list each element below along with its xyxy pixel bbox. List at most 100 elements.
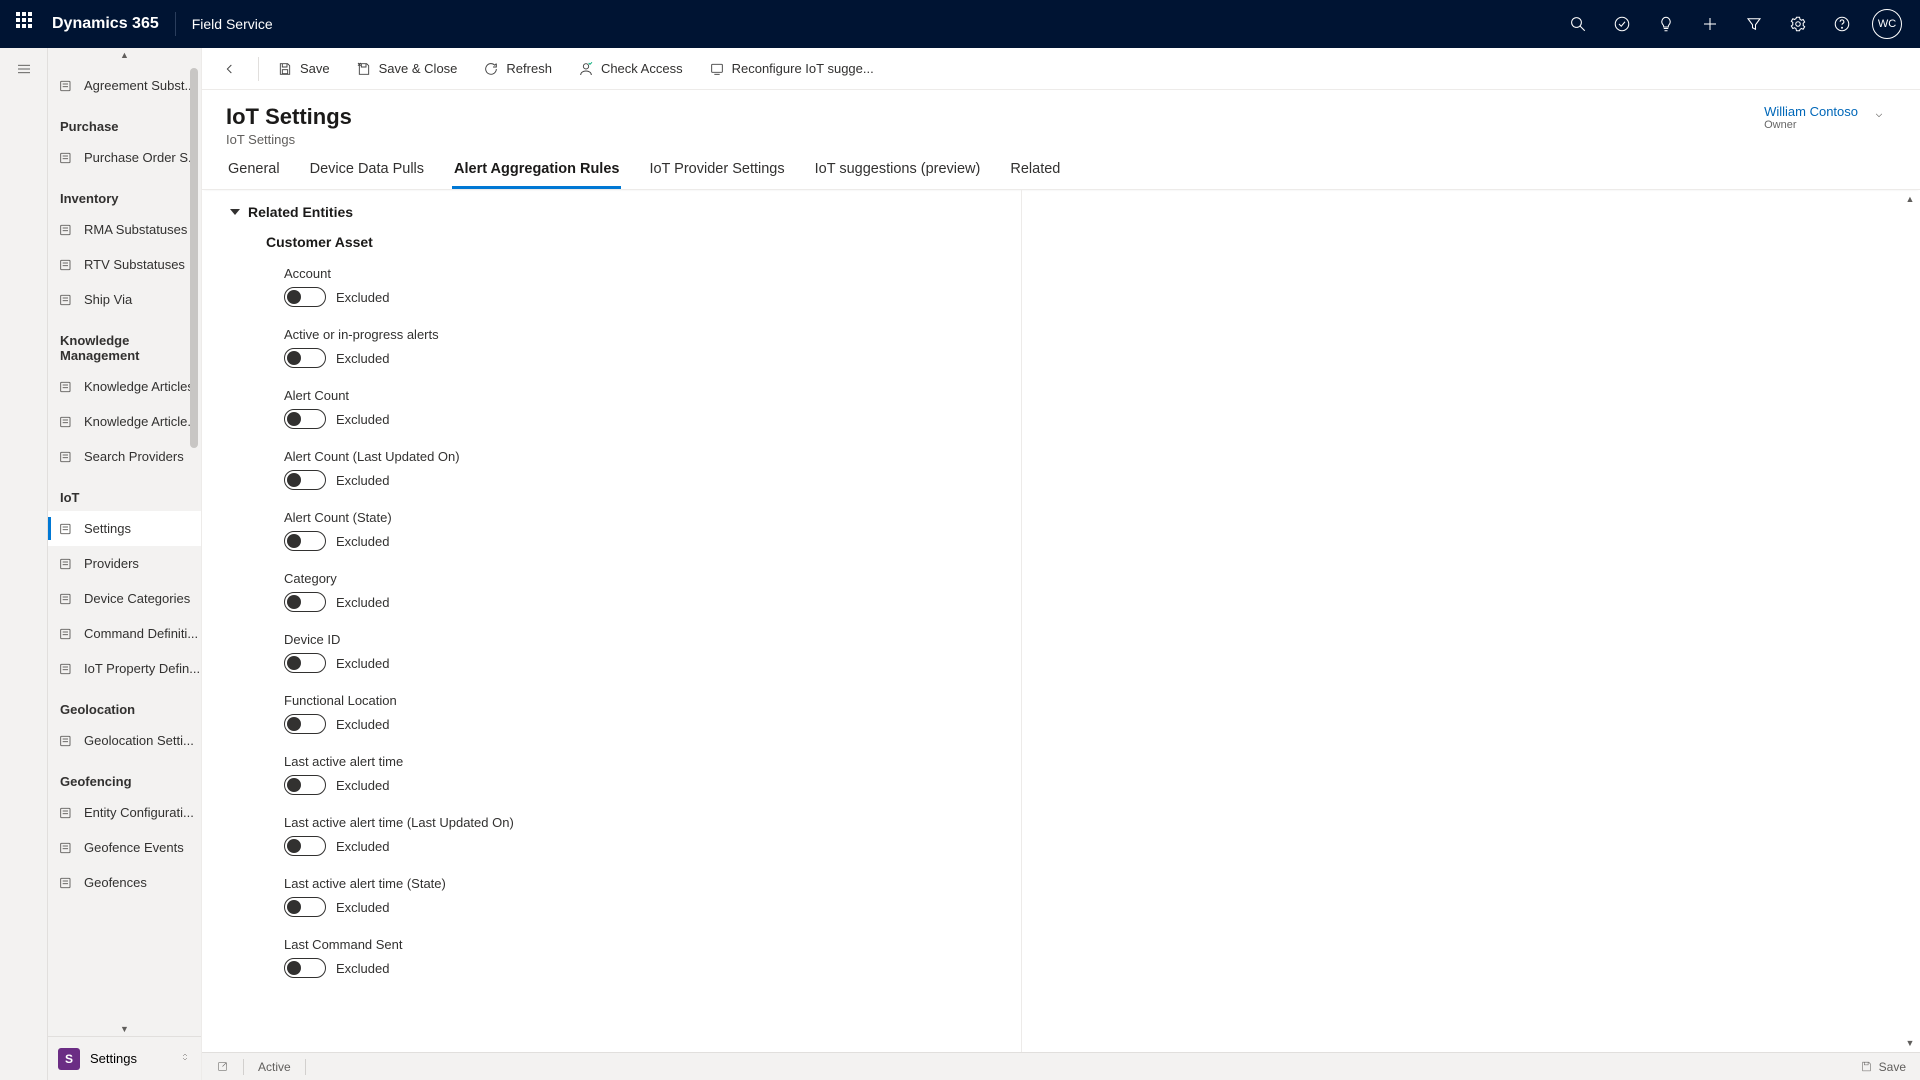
- scroll-down-icon[interactable]: ▼: [48, 1022, 201, 1036]
- sidebar-item-label: Search Providers: [84, 449, 184, 464]
- item-icon: [58, 222, 74, 238]
- sidebar-group-header: Inventory: [48, 175, 201, 212]
- sidebar-group-header: IoT: [48, 474, 201, 511]
- toggle-switch[interactable]: [284, 287, 326, 307]
- lightbulb-icon[interactable]: [1644, 0, 1688, 48]
- scroll-up-icon[interactable]: ▲: [1905, 194, 1915, 204]
- cmd-label: Save & Close: [379, 61, 458, 76]
- field-label: Alert Count (Last Updated On): [284, 449, 1001, 464]
- help-icon[interactable]: [1820, 0, 1864, 48]
- app-launcher-icon[interactable]: [16, 12, 40, 36]
- owner-name: William Contoso: [1764, 104, 1858, 119]
- tab[interactable]: Alert Aggregation Rules: [452, 161, 621, 189]
- refresh-button[interactable]: Refresh: [471, 48, 564, 90]
- toggle-switch[interactable]: [284, 836, 326, 856]
- owner-block[interactable]: William Contoso Owner: [1764, 104, 1896, 131]
- sidebar-item[interactable]: Device Categories: [48, 581, 201, 616]
- sidebar-item-label: Agreement Subst...: [84, 78, 195, 93]
- back-button[interactable]: [208, 48, 252, 90]
- brand-label: Dynamics 365: [52, 15, 159, 33]
- toggle-field: Last active alert time (State)Excluded: [284, 876, 1001, 917]
- group-header[interactable]: Related Entities: [230, 204, 1001, 220]
- sidebar-item[interactable]: IoT Property Defin...: [48, 651, 201, 686]
- field-label: Alert Count: [284, 388, 1001, 403]
- sidebar-item[interactable]: Search Providers: [48, 439, 201, 474]
- toggle-switch[interactable]: [284, 409, 326, 429]
- sidebar-item[interactable]: Geofences: [48, 865, 201, 900]
- sidebar-item[interactable]: Providers: [48, 546, 201, 581]
- field-label: Account: [284, 266, 1001, 281]
- tab[interactable]: General: [226, 161, 282, 189]
- popout-icon[interactable]: [216, 1060, 229, 1073]
- toggle-switch[interactable]: [284, 775, 326, 795]
- task-icon[interactable]: [1600, 0, 1644, 48]
- toggle-switch[interactable]: [284, 714, 326, 734]
- tab[interactable]: IoT Provider Settings: [647, 161, 786, 189]
- sidebar-group-header: Geofencing: [48, 758, 201, 795]
- sidebar-item[interactable]: Command Definiti...: [48, 616, 201, 651]
- sidebar-item-label: Command Definiti...: [84, 626, 198, 641]
- check-access-button[interactable]: Check Access: [566, 48, 695, 90]
- toggle-switch[interactable]: [284, 348, 326, 368]
- toggle-switch[interactable]: [284, 958, 326, 978]
- tab[interactable]: Related: [1008, 161, 1062, 189]
- sidebar-item[interactable]: Settings: [48, 511, 201, 546]
- owner-role: Owner: [1764, 119, 1858, 131]
- cmd-label: Refresh: [506, 61, 552, 76]
- sidebar-item[interactable]: Purchase Order S...: [48, 140, 201, 175]
- scroll-up-icon[interactable]: ▲: [48, 48, 201, 62]
- toggle-state-label: Excluded: [336, 290, 389, 305]
- footer-save-button[interactable]: Save: [1860, 1060, 1906, 1074]
- toggle-switch[interactable]: [284, 897, 326, 917]
- item-icon: [58, 733, 74, 749]
- sidebar-item[interactable]: Entity Configurati...: [48, 795, 201, 830]
- sidebar-item-label: Ship Via: [84, 292, 132, 307]
- sidebar-item[interactable]: RMA Substatuses: [48, 212, 201, 247]
- toggle-state-label: Excluded: [336, 656, 389, 671]
- area-switcher[interactable]: S Settings: [48, 1036, 201, 1080]
- item-icon: [58, 661, 74, 677]
- toggle-field: Account Excluded: [284, 266, 1001, 307]
- toggle-state-label: Excluded: [336, 961, 389, 976]
- add-icon[interactable]: [1688, 0, 1732, 48]
- user-avatar[interactable]: WC: [1872, 9, 1902, 39]
- toggle-switch[interactable]: [284, 470, 326, 490]
- sidebar-item-label: IoT Property Defin...: [84, 661, 200, 676]
- save-close-button[interactable]: Save & Close: [344, 48, 470, 90]
- tab[interactable]: Device Data Pulls: [308, 161, 426, 189]
- toggle-switch[interactable]: [284, 653, 326, 673]
- sidebar-item[interactable]: Knowledge Article...: [48, 404, 201, 439]
- hamburger-icon[interactable]: [15, 60, 33, 83]
- field-label: Active or in-progress alerts: [284, 327, 1001, 342]
- sidebar-item[interactable]: Geolocation Setti...: [48, 723, 201, 758]
- toggle-switch[interactable]: [284, 592, 326, 612]
- subgroup-header[interactable]: Customer Asset: [258, 234, 1001, 250]
- reconfigure-iot-button[interactable]: Reconfigure IoT sugge...: [697, 48, 886, 90]
- sidebar-item-label: RTV Substatuses: [84, 257, 185, 272]
- item-icon: [58, 556, 74, 572]
- search-icon[interactable]: [1556, 0, 1600, 48]
- content-scrollbar[interactable]: ▲ ▼: [1904, 194, 1918, 1048]
- sidebar-item[interactable]: Knowledge Articles: [48, 369, 201, 404]
- toggle-field: Active or in-progress alertsExcluded: [284, 327, 1001, 368]
- sidebar-scrollbar[interactable]: [187, 68, 201, 1060]
- sidebar-item[interactable]: Geofence Events: [48, 830, 201, 865]
- tab-list: General Device Data Pulls Alert Aggregatio…: [202, 147, 1920, 190]
- sidebar-item[interactable]: Ship Via: [48, 282, 201, 317]
- area-badge: S: [58, 1048, 80, 1070]
- tab[interactable]: IoT suggestions (preview): [813, 161, 983, 189]
- sidebar-item[interactable]: RTV Substatuses: [48, 247, 201, 282]
- app-name[interactable]: Field Service: [192, 16, 273, 32]
- sidebar-item-label: Entity Configurati...: [84, 805, 194, 820]
- toggle-switch[interactable]: [284, 531, 326, 551]
- toggle-state-label: Excluded: [336, 778, 389, 793]
- filter-icon[interactable]: [1732, 0, 1776, 48]
- sidebar-item[interactable]: Agreement Subst...: [48, 68, 201, 103]
- field-label: Last active alert time (State): [284, 876, 1001, 891]
- settings-icon[interactable]: [1776, 0, 1820, 48]
- field-label: Last active alert time: [284, 754, 1001, 769]
- toggle-state-label: Excluded: [336, 595, 389, 610]
- scroll-down-icon[interactable]: ▼: [1905, 1038, 1915, 1048]
- save-button[interactable]: Save: [265, 48, 342, 90]
- field-label: Device ID: [284, 632, 1001, 647]
